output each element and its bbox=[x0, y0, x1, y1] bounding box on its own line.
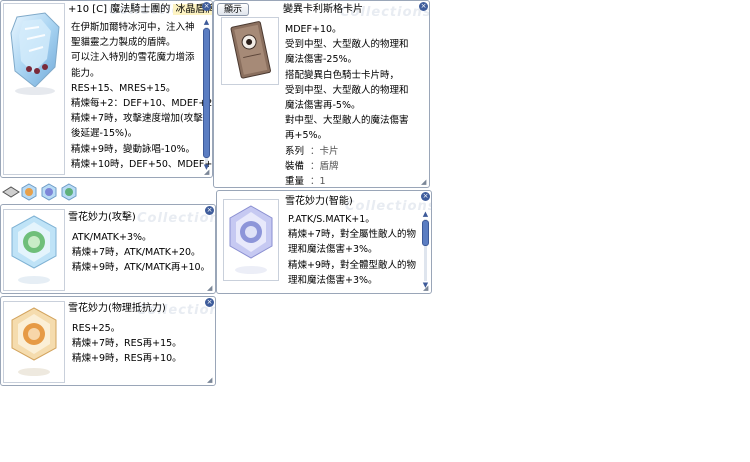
item-description: P.ATK/S.MATK+1。 精煉+7時，對全屬性敵人的物 理和魔法傷害+3%… bbox=[288, 212, 416, 288]
item-image-frame bbox=[3, 3, 65, 175]
description-line: MDEF+10。 bbox=[285, 24, 342, 35]
description-line: 搭配變異白色騎士卡片時， bbox=[285, 69, 400, 81]
item-title: 雪花妙力(智能) bbox=[285, 196, 353, 207]
snowflake-attack-gem-icon bbox=[11, 215, 57, 284]
snowflake-gem-icon[interactable] bbox=[20, 183, 38, 201]
card-image-frame bbox=[221, 17, 279, 85]
item-title: 雪花妙力(攻擊) bbox=[68, 212, 136, 223]
item-description: 在伊斯加爾特冰河中，注入神 聖貓靈之力製成的盾牌。 可以注入特別的雪花魔力增添 … bbox=[71, 20, 213, 172]
description-line: 受到中型、大型敵人的物理和 bbox=[285, 84, 409, 96]
prop-value: 1 bbox=[319, 175, 326, 187]
description-line: ATK/MATK+3%。 bbox=[72, 232, 152, 243]
item-tab-icon[interactable] bbox=[2, 185, 20, 199]
resize-handle-icon[interactable]: ◢ bbox=[204, 169, 211, 176]
resize-handle-icon[interactable]: ◢ bbox=[423, 285, 430, 292]
resize-handle-icon[interactable]: ◢ bbox=[421, 179, 428, 186]
prop-key: 重量 bbox=[285, 175, 305, 187]
description-line: 受到中型、大型敵人的物理和 bbox=[285, 39, 409, 51]
prop-key: 裝備 bbox=[285, 160, 305, 172]
item-image-frame bbox=[223, 199, 279, 281]
item-info-window-snowflake-res: Collections 雪花妙力(物理抵抗力) RES+25。 精煉+7時，RE… bbox=[0, 296, 216, 386]
item-info-window-shield: Collections +10 [C] 魔法騎士團的 冰晶盾牌 在伊斯加爾特冰河… bbox=[0, 0, 213, 178]
snowflake-int-gem-icon bbox=[229, 205, 273, 274]
description-line: 精煉+7時，攻擊速度增加(攻擊 bbox=[71, 113, 203, 125]
description-line: 理和魔法傷害+3%。 bbox=[288, 274, 378, 286]
watermark: Collections bbox=[137, 211, 215, 226]
description-line: 精煉+7時，對全屬性敵人的物 bbox=[288, 229, 417, 241]
description-line: 精煉+10時，DEF+50、MDEF+10 bbox=[71, 158, 213, 170]
prop-row-series: 系列 ：卡片 bbox=[285, 144, 409, 159]
close-icon[interactable]: × bbox=[205, 206, 214, 215]
description-line: 聖貓靈之力製成的盾牌。 bbox=[71, 37, 176, 49]
ice-shield-icon bbox=[10, 12, 60, 95]
description-line: 後延遲-15%)。 bbox=[71, 128, 138, 140]
description-line: 魔法傷害再-5%。 bbox=[285, 99, 361, 111]
description-line: 可以注入特別的雪花魔力增添 bbox=[71, 52, 195, 64]
description-line: 魔法傷害-25%。 bbox=[285, 54, 358, 66]
description-line: 能力。 bbox=[71, 67, 100, 79]
item-description: RES+25。 精煉+7時，RES再+15。 精煉+9時，RES再+10。 bbox=[72, 321, 182, 367]
item-title: +10 [C] 魔法騎士團的 冰晶盾牌 bbox=[68, 3, 212, 17]
description-line: 精煉+9時，ATK/MATK再+10。 bbox=[72, 262, 211, 274]
scroll-up-arrow-icon[interactable]: ▲ bbox=[421, 211, 430, 218]
item-title: 變異卡利斯格卡片 bbox=[283, 4, 363, 15]
prop-row-equip: 裝備 ：盾牌 bbox=[285, 159, 409, 174]
item-image-frame bbox=[3, 301, 65, 383]
display-button[interactable]: 顯示 bbox=[217, 3, 249, 16]
item-description: MDEF+10。 受到中型、大型敵人的物理和 魔法傷害-25%。 搭配變異白色騎… bbox=[285, 22, 409, 187]
close-icon[interactable]: × bbox=[421, 192, 430, 201]
item-info-window-snowflake-attack: Collections 雪花妙力(攻擊) ATK/MATK+3%。 精煉+7時，… bbox=[0, 204, 216, 294]
description-line: 精煉+9時，RES再+10。 bbox=[72, 353, 182, 365]
slot-bar bbox=[0, 182, 82, 202]
description-line: 理和魔法傷害+3%。 bbox=[288, 244, 378, 256]
prop-sep: ： bbox=[310, 160, 320, 172]
description-line: 精煉+7時，RES再+15。 bbox=[72, 338, 182, 350]
item-info-window-card: Collections 顯示 變異卡利斯格卡片 MDEF+10。 受到中型、大型… bbox=[213, 0, 430, 188]
scrollbar[interactable]: ▲ ▼ bbox=[202, 19, 211, 171]
close-icon[interactable]: × bbox=[205, 298, 214, 307]
description-line: 對中型、大型敵人的魔法傷害 bbox=[285, 115, 409, 127]
scrollbar[interactable]: ▲ ▼ bbox=[421, 211, 430, 289]
prop-sep: ： bbox=[310, 175, 320, 187]
description-line: 在伊斯加爾特冰河中，注入神 bbox=[71, 22, 195, 33]
description-line: 精煉+9時，對全體型敵人的物 bbox=[288, 259, 417, 271]
item-description: ATK/MATK+3%。 精煉+7時，ATK/MATK+20。 精煉+9時，AT… bbox=[72, 230, 210, 276]
item-title: 雪花妙力(物理抵抗力) bbox=[68, 303, 166, 314]
resize-handle-icon[interactable]: ◢ bbox=[207, 285, 214, 292]
close-icon[interactable]: × bbox=[202, 2, 211, 11]
scroll-up-arrow-icon[interactable]: ▲ bbox=[202, 19, 211, 26]
snowflake-gem-icon[interactable] bbox=[40, 183, 58, 201]
description-line: 再+5%。 bbox=[285, 130, 328, 142]
description-line: 精煉+7時，ATK/MATK+20。 bbox=[72, 247, 201, 259]
item-image-frame bbox=[3, 209, 65, 291]
snowflake-res-gem-icon bbox=[11, 307, 57, 376]
resize-handle-icon[interactable]: ◢ bbox=[207, 377, 214, 384]
close-icon[interactable]: × bbox=[419, 2, 428, 11]
description-line: RES+25。 bbox=[72, 323, 121, 334]
prop-value: 卡片 bbox=[319, 145, 339, 157]
prop-sep: ： bbox=[310, 145, 320, 157]
description-line: P.ATK/S.MATK+1。 bbox=[288, 214, 375, 225]
description-line: 精煉每+2：DEF+10、MDEF+2。 bbox=[71, 97, 213, 109]
scroll-thumb[interactable] bbox=[422, 220, 429, 246]
snowflake-gem-icon[interactable] bbox=[60, 183, 78, 201]
item-info-window-snowflake-int: Collections 雪花妙力(智能) P.ATK/S.MATK+1。 精煉+… bbox=[216, 190, 432, 294]
prop-row-weight: 重量 ：1 bbox=[285, 174, 409, 187]
prop-key: 系列 bbox=[285, 145, 305, 157]
prop-value: 盾牌 bbox=[319, 160, 339, 172]
item-refine-name: +10 [C] 魔法騎士團的 bbox=[68, 4, 171, 15]
card-icon bbox=[230, 21, 271, 79]
description-line: RES+15、MRES+15。 bbox=[71, 82, 176, 94]
scroll-thumb[interactable] bbox=[203, 28, 210, 158]
description-line: 精煉+9時，變動詠唱-10%。 bbox=[71, 143, 196, 155]
